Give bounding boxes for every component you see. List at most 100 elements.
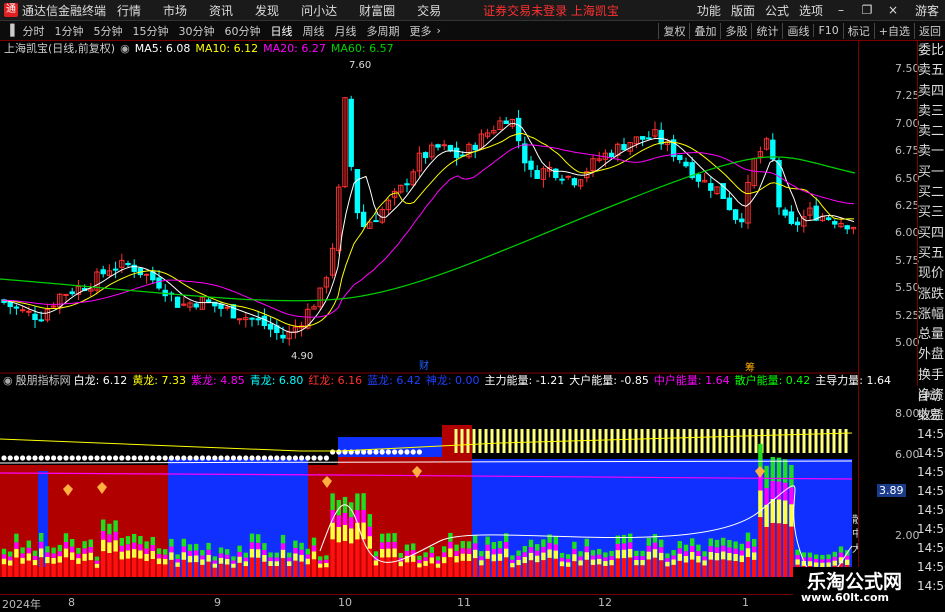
tab-30min[interactable]: 30分钟	[178, 23, 214, 39]
high-price-label: 7.60	[349, 60, 371, 71]
quote-field-label[interactable]: 总量	[918, 325, 945, 345]
close-icon[interactable]: ×	[885, 3, 901, 17]
add-watchlist-button[interactable]: +自选	[873, 22, 914, 39]
tab-5min[interactable]: 5分钟	[93, 23, 122, 39]
yellow-energy-bar	[392, 548, 397, 558]
f10-button[interactable]: F10	[813, 24, 842, 37]
tab-15min[interactable]: 15分钟	[132, 23, 168, 39]
quote-field-label[interactable]: 卖一	[918, 142, 945, 162]
yellow-energy-bar	[194, 555, 199, 563]
big-player-bar	[181, 559, 186, 577]
menu-discover[interactable]: 发现	[255, 2, 279, 19]
quote-field-label[interactable]: 卖二	[918, 122, 945, 142]
trade-field-label[interactable]: 14:56	[917, 520, 945, 539]
tab-monthly[interactable]: 月线	[334, 23, 356, 39]
quote-field-label[interactable]: 买五	[918, 244, 945, 264]
kline-chart[interactable]: 7.60 4.90 财 筹 散户 中户 大户	[0, 41, 858, 594]
quote-field-label[interactable]: 现价	[918, 264, 945, 284]
tab-multi-period[interactable]: 多周期	[366, 23, 399, 39]
adjust-button[interactable]: 复权	[658, 22, 689, 39]
yellow-energy-bar	[218, 557, 224, 564]
menu-function[interactable]: 功能	[697, 2, 721, 19]
retail-bar	[621, 534, 627, 544]
trade-field-label[interactable]: 14:56	[917, 425, 945, 444]
menu-options[interactable]: 选项	[799, 2, 823, 19]
quote-field-label[interactable]: 买四	[918, 224, 945, 244]
big-player-bar	[504, 557, 509, 577]
yellow-energy-bar	[628, 548, 633, 558]
menu-market[interactable]: 市场	[163, 2, 187, 19]
finance-marker[interactable]: 财	[419, 359, 429, 372]
period-toolbar: ▐ 分时 1分钟 5分钟 15分钟 30分钟 60分钟 日线 周线 月线 多周期…	[0, 21, 945, 41]
big-player-bar	[584, 559, 589, 577]
retail-bar	[262, 543, 267, 550]
menu-quotes[interactable]: 行情	[117, 2, 141, 19]
trade-field-label[interactable]: 14:56	[917, 558, 945, 577]
quote-field-label[interactable]: 买一	[918, 163, 945, 183]
quote-field-label[interactable]: 涨幅	[918, 305, 945, 325]
retail-bar	[733, 541, 738, 549]
menu-layout[interactable]: 版面	[731, 2, 755, 19]
draw-line-button[interactable]: 画线	[782, 22, 813, 39]
tab-weekly[interactable]: 周线	[302, 23, 324, 39]
yellow-energy-bar	[442, 557, 447, 564]
white-dot	[144, 455, 150, 461]
trade-field-label[interactable]: 14:56	[917, 444, 945, 463]
menu-formula[interactable]: 公式	[765, 2, 789, 19]
tab-daily[interactable]: 日线	[270, 23, 292, 39]
tab-intraday[interactable]: 分时	[22, 23, 44, 39]
quote-field-label[interactable]: 卖四	[918, 82, 945, 102]
quote-field-label[interactable]: 卖五	[918, 61, 945, 81]
trade-field-label[interactable]: 14:56	[917, 539, 945, 558]
yellow-energy-bar	[342, 524, 348, 541]
yellow-energy-bar	[132, 549, 137, 558]
menu-ask[interactable]: 问小达	[301, 2, 337, 19]
yellow-energy-bar	[88, 552, 93, 561]
big-player-bar	[231, 567, 236, 577]
indicator-settings-icon[interactable]: ◉	[3, 374, 13, 387]
mark-button[interactable]: 标记	[842, 22, 874, 39]
quote-field-label[interactable]: 卖三	[918, 102, 945, 122]
big-player-bar	[690, 559, 695, 577]
menu-wealth[interactable]: 财富圈	[359, 2, 395, 19]
trade-field-label[interactable]: 14:56	[917, 463, 945, 482]
yellow-energy-bar	[101, 539, 106, 552]
retail-bar	[429, 546, 434, 553]
retail-bar	[392, 533, 397, 542]
multi-stock-button[interactable]: 多股	[720, 22, 751, 39]
menu-trade[interactable]: 交易	[417, 2, 441, 19]
trade-field-label[interactable]: 14:56	[917, 482, 945, 501]
toolbar-menu-icon[interactable]: ▐	[6, 24, 14, 37]
mid-player-bar	[516, 555, 521, 560]
indicator-name: 殷朋指标网	[15, 374, 71, 387]
chevron-right-icon[interactable]: ›	[436, 24, 440, 37]
restore-icon[interactable]: ❐	[859, 3, 875, 17]
trade-field-label[interactable]: 交易	[917, 406, 945, 425]
minimize-icon[interactable]: –	[833, 3, 849, 17]
quote-field-label[interactable]: 涨跌	[918, 285, 945, 305]
quote-field-label[interactable]: 委比	[918, 41, 945, 61]
tab-60min[interactable]: 60分钟	[224, 23, 260, 39]
menu-news[interactable]: 资讯	[209, 2, 233, 19]
indicator-tick: 2.00	[895, 529, 920, 542]
quote-field-label[interactable]: 换手	[918, 366, 945, 386]
trade-field-label[interactable]: 14:56	[917, 577, 945, 596]
statistics-button[interactable]: 统计	[751, 22, 782, 39]
guest-label[interactable]: 游客	[915, 2, 939, 19]
overlay-button[interactable]: 叠加	[689, 22, 720, 39]
trade-field-label[interactable]: 14:56	[917, 501, 945, 520]
quote-field-label[interactable]: 买二	[918, 183, 945, 203]
yellow-energy-bar	[745, 548, 751, 558]
big-player-bar	[460, 560, 465, 577]
retail-bar	[640, 550, 645, 557]
quote-field-label[interactable]: 外盘	[918, 345, 945, 365]
trade-field-label[interactable]: 自动	[917, 387, 945, 406]
candle-body	[708, 183, 714, 191]
white-dot	[261, 455, 267, 461]
tab-more[interactable]: 更多	[409, 23, 431, 39]
back-button[interactable]: 返回	[914, 22, 945, 39]
white-dot	[82, 455, 88, 461]
quote-field-label[interactable]: 买三	[918, 203, 945, 223]
tab-1min[interactable]: 1分钟	[54, 23, 83, 39]
mid-player-bar	[752, 546, 757, 553]
